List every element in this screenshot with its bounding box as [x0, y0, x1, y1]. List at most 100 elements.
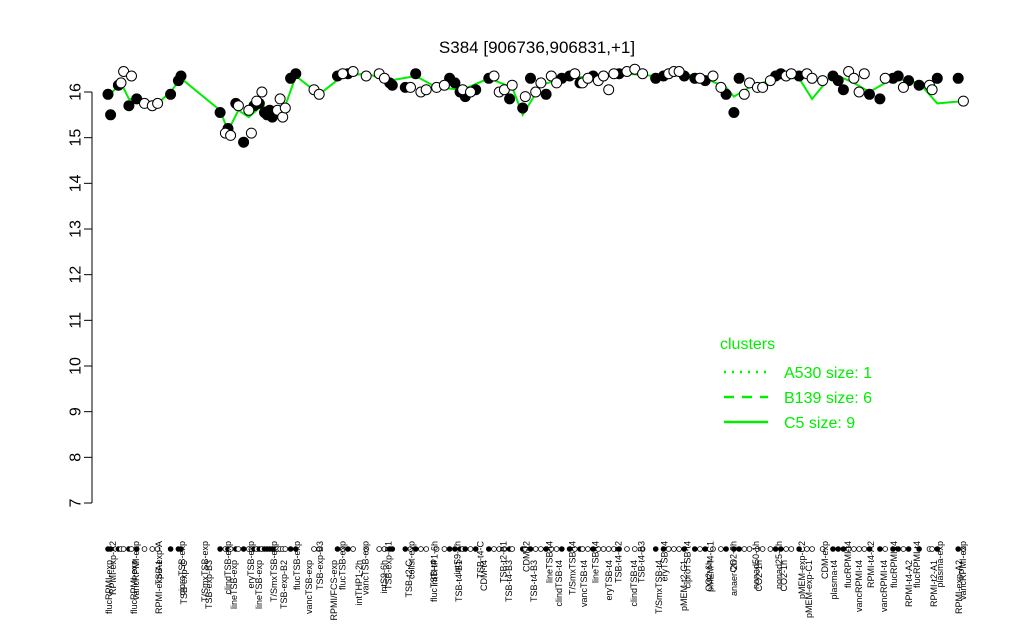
category-label-bottom: flucRPMI-exp: [104, 560, 114, 614]
data-point-filled: [728, 107, 740, 118]
data-point-open: [637, 68, 649, 80]
category-label-bottom: intS9-6h: [379, 560, 389, 594]
category-label-bottom: vancTSB-exp: [304, 560, 314, 614]
category-labels-bottom: flucRPMI-exp flucRPMI-exp RPMI-exp-A1 TSB-e…: [104, 560, 964, 621]
data-point-open: [535, 77, 547, 89]
y-tick-label: 16: [68, 83, 85, 101]
category-label-bottom: eryTSB-t4: [604, 560, 614, 601]
rug-mark: [624, 546, 630, 552]
data-point-open: [957, 95, 969, 107]
chart-title: S384 [906736,906831,+1]: [439, 38, 635, 57]
category-label-bottom: vancTSB-t4: [579, 560, 589, 607]
data-point-filled: [238, 136, 250, 148]
data-point-open: [256, 86, 268, 98]
category-label-top: RPMI-t4-A2: [866, 541, 876, 588]
rug-mark: [882, 546, 888, 552]
category-label-bottom: flucTSB-t4: [429, 560, 439, 602]
data-point-open: [738, 88, 750, 100]
legend-entry-label: C5 size: 9: [784, 415, 855, 432]
data-point-open: [313, 88, 325, 100]
rug-mark: [929, 546, 935, 552]
y-tick-label: 12: [68, 266, 85, 284]
rug-mark: [553, 546, 560, 552]
y-tick-label: 14: [68, 174, 85, 192]
category-label-bottom: TSB-exp-B2: [279, 560, 289, 609]
data-point-open: [225, 129, 237, 141]
rug-mark: [905, 546, 912, 552]
data-point-filled: [525, 72, 536, 84]
rug-mark: [600, 546, 607, 552]
category-label-bottom: lineTSB-exp: [254, 560, 264, 609]
data-point-open: [519, 91, 531, 103]
category-label-bottom: TSB-exp-B3: [204, 560, 214, 609]
data-point-filled: [892, 70, 904, 82]
data-point-filled: [832, 75, 844, 87]
category-label-bottom: TSB-exp-C: [179, 560, 189, 605]
data-point-open: [438, 79, 450, 91]
rug-mark: [441, 546, 448, 552]
category-label-top: lineTSB-t4: [545, 541, 555, 583]
category-label-top: TSB-t4-B2: [613, 541, 623, 583]
rug-mark: [691, 546, 698, 552]
data-point-open: [785, 68, 797, 80]
y-axis: 7 8 9 10 11 12 13 14 15 16: [68, 83, 93, 507]
data-point-filled: [386, 79, 398, 91]
data-point-open: [251, 95, 263, 107]
category-label-top: T/SmxTSB-exp: [269, 541, 279, 602]
data-point-open: [582, 72, 594, 84]
data-point-filled: [165, 88, 177, 100]
data-point-open: [853, 86, 865, 98]
category-label-bottom: flucRPMI-exp: [129, 560, 139, 614]
data-point-open: [232, 100, 244, 112]
rug-mark: [509, 546, 516, 552]
category-label-bottom: clindTSB-t4: [554, 560, 564, 607]
rug-mark: [217, 546, 223, 552]
data-point-open: [245, 127, 257, 139]
data-point-filled: [175, 70, 187, 82]
category-label-top: flucRPMI-t4: [889, 541, 899, 588]
data-point-open: [405, 81, 416, 93]
rug-mark: [741, 546, 748, 552]
data-point-open: [274, 93, 286, 105]
data-point-open: [858, 68, 870, 80]
category-label-bottom: RPMI/FCS-exp: [329, 560, 339, 621]
rug-mark: [652, 546, 659, 552]
data-point-open: [115, 77, 127, 89]
legend-entry-label: A530 size: 1: [784, 365, 872, 382]
category-label-bottom: TSB-t4-B3: [504, 560, 514, 602]
y-tick-label: 15: [68, 129, 85, 147]
rug-mark: [141, 546, 148, 552]
category-label-bottom: TSB-t4-B1: [454, 560, 464, 602]
rug-mark: [788, 546, 795, 552]
data-point-open: [569, 68, 581, 80]
category-label-top: TSB-exp-B3: [315, 541, 325, 590]
y-tick-label: 8: [68, 453, 85, 462]
data-point-open: [420, 84, 432, 96]
rug-mark: [446, 546, 453, 552]
data-point-filled: [290, 68, 302, 80]
rug-mark: [418, 546, 424, 552]
rug-mark: [491, 546, 497, 552]
data-point-filled: [952, 72, 964, 84]
rug-mark: [485, 546, 492, 552]
category-label-bottom: vancRPMI-t4: [879, 560, 889, 612]
rug-mark: [120, 546, 127, 552]
data-point-open: [360, 70, 372, 82]
rug-mark: [462, 546, 469, 552]
data-point-open: [152, 97, 164, 109]
rug-mark: [558, 546, 565, 552]
category-label-bottom: TSB-t2-C: [404, 560, 414, 598]
category-label-top: flucTSB-exp: [292, 541, 302, 590]
rug-mark: [235, 546, 242, 552]
data-point-open: [243, 104, 255, 116]
category-label-top: flucRPMI-t4: [843, 541, 853, 588]
category-label-bottom: vancRPMI-t4: [854, 560, 864, 612]
rug-mark: [830, 546, 836, 552]
data-point-open: [378, 72, 390, 84]
data-point-open: [598, 70, 609, 82]
chart-canvas: S384 [906736,906831,+1] 7 8 9 10 11 12 13 14 15 1…: [68, 38, 969, 621]
rug-mark: [538, 546, 544, 552]
category-label-bottom: pMEM-exp-C1: [804, 560, 814, 618]
category-label-bottom: RPMI-exp-A2: [954, 560, 964, 614]
data-point-open: [530, 86, 542, 98]
